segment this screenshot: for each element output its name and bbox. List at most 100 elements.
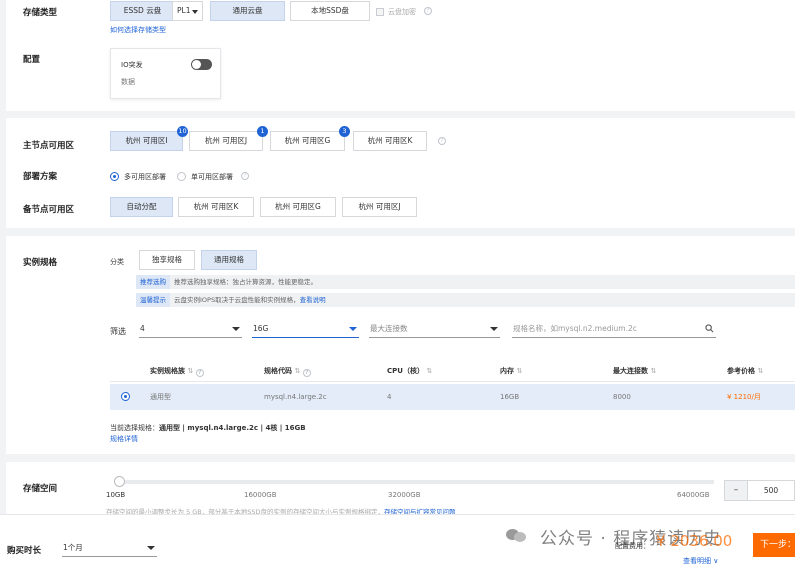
chevron-down-icon [349, 327, 357, 331]
backup-zone-auto[interactable]: 自动分配 [110, 197, 173, 217]
filter-label: 筛选 [110, 327, 126, 336]
search-placeholder: 规格名称，如mysql.n2.medium.2c [513, 324, 637, 333]
primary-zone-i[interactable]: 杭州 可用区I 10 [110, 126, 188, 151]
row-select-radio[interactable] [121, 392, 130, 401]
select-value: 1个月 [63, 543, 83, 552]
deploy-single-label: 单可用区部署 [191, 173, 233, 181]
table-row[interactable]: 通用型 mysql.n4.large.2c 4 16GB 8000 ¥ 1210… [110, 384, 795, 410]
column-header[interactable]: 参考价格 ⇅ [727, 360, 763, 382]
zone-badge: 10 [177, 126, 188, 137]
tip-tag: 温馨提示 [136, 293, 170, 307]
current-spec: 当前选择规格：通用型 | mysql.n4.large.2c | 4核 | 16… [110, 423, 306, 433]
conn-filter-select[interactable]: 最大连接数 [369, 320, 500, 338]
io-burst-toggle[interactable] [191, 59, 212, 70]
column-header[interactable]: 规格代码 ⇅ ? [264, 360, 311, 382]
chevron-down-icon [147, 546, 155, 550]
zone-panel: 主节点可用区 杭州 可用区I 10 杭州 可用区J 1 杭州 可用区G 3 杭州 可用… [6, 118, 795, 228]
memory-filter-select[interactable]: 16G [252, 320, 359, 338]
cell-memory: 16GB [500, 393, 520, 401]
column-header[interactable]: 最大连接数 ⇅ [613, 360, 656, 382]
column-title: CPU（核） [387, 367, 424, 375]
primary-zone-label: 主节点可用区 [23, 141, 75, 151]
duration-select[interactable]: 1个月 [62, 539, 157, 557]
select-value: 16G [253, 324, 269, 333]
zone-label: 杭州 可用区G [284, 136, 331, 145]
deploy-multi-radio[interactable] [110, 172, 119, 181]
storage-help-link[interactable]: 如何选择存储类型 [110, 25, 166, 35]
io-burst-label: IO突发 [121, 61, 143, 69]
instance-label: 实例规格 [23, 258, 58, 268]
category-dedicated[interactable]: 独享规格 [139, 250, 195, 270]
storage-option-general[interactable]: 通用云盘 [210, 1, 285, 21]
column-header[interactable]: CPU（核） ⇅ [387, 360, 432, 382]
spec-search-input[interactable]: 规格名称，如mysql.n2.medium.2c [512, 320, 716, 338]
storage-slider-track[interactable] [116, 480, 714, 484]
toggle-knob [192, 60, 201, 69]
deploy-single-radio[interactable] [177, 172, 186, 181]
column-title: 最大连接数 [613, 367, 648, 375]
sort-icon: ⇅ [426, 367, 433, 375]
storage-space-label: 存储空间 [23, 484, 58, 494]
zone-badge: 3 [339, 126, 350, 137]
instance-panel: 实例规格 分类 独享规格 通用规格 推荐选购 推荐选购独享规格：独占计算资源，性能… [6, 236, 795, 454]
storage-panel: 存储类型 ESSD 云盘 PL1 通用云盘 本地SSD盘 云盘加密 ? 如何选择… [6, 0, 795, 111]
cell-family: 通用型 [150, 393, 171, 401]
tip-text: 云盘实例IOPS取决于云盘性能和实例规格， [174, 296, 300, 304]
primary-zone-j[interactable]: 杭州 可用区J 1 [189, 126, 268, 151]
pl-select[interactable]: PL1 [172, 1, 203, 21]
slider-tick: 64000GB [677, 491, 710, 499]
chevron-down-icon [192, 10, 198, 14]
cell-cpu: 4 [387, 393, 392, 401]
tip-tag: 推荐选购 [136, 275, 170, 289]
wechat-logo-icon [506, 527, 528, 543]
select-value: 4 [140, 324, 145, 333]
io-sub-label: 数据 [121, 78, 135, 86]
column-header[interactable]: 实例规格族 ⇅ ? [150, 360, 204, 382]
chevron-down-icon [490, 327, 498, 331]
help-icon[interactable]: ? [424, 7, 432, 15]
column-header[interactable]: 内存 ⇅ [500, 360, 522, 382]
decrease-button[interactable]: – [724, 480, 748, 501]
cell-code: mysql.n4.large.2c [264, 393, 327, 401]
help-icon[interactable]: ? [438, 137, 446, 145]
pl-select-value: PL1 [177, 6, 191, 15]
storage-option-local-ssd[interactable]: 本地SSD盘 [290, 1, 370, 21]
next-button[interactable]: 下一步： [753, 533, 795, 557]
warm-tip: 温馨提示 云盘实例IOPS取决于云盘性能和实例规格，查看说明 [136, 293, 795, 307]
fee-detail-link[interactable]: 查看明细 ∨ [683, 556, 718, 566]
encrypt-label: 云盘加密 [388, 8, 416, 16]
cpu-filter-select[interactable]: 4 [139, 320, 242, 338]
primary-zone-k[interactable]: 杭州 可用区K [353, 131, 427, 151]
storage-space-panel: 存储空间 10GB 16000GB 32000GB 64000GB – 500 … [6, 462, 795, 522]
tip-text: 推荐选购独享规格：独占计算资源，性能更稳定。 [174, 278, 317, 286]
storage-option-essd[interactable]: ESSD 云盘 [110, 1, 175, 21]
sort-icon: ⇅ [650, 367, 657, 375]
slider-tick: 16000GB [244, 491, 277, 499]
sort-icon: ⇅ [757, 367, 764, 375]
storage-size-input[interactable]: 500 [748, 480, 795, 501]
encrypt-checkbox[interactable] [376, 8, 384, 16]
help-icon: ? [195, 369, 204, 377]
fee-label: 配置费用： [615, 542, 650, 550]
primary-zone-g[interactable]: 杭州 可用区G 3 [270, 126, 350, 151]
spec-detail-link[interactable]: 规格详情 [110, 434, 138, 444]
search-icon[interactable] [705, 324, 714, 333]
tip-link[interactable]: 查看说明 [300, 296, 326, 304]
backup-zone-k[interactable]: 杭州 可用区K [178, 197, 254, 217]
deploy-label: 部署方案 [23, 172, 58, 182]
storage-slider-handle[interactable] [114, 476, 125, 487]
help-icon[interactable]: ? [241, 172, 249, 180]
column-title: 实例规格族 [150, 367, 185, 375]
zone-label: 杭州 可用区J [204, 136, 248, 145]
category-general[interactable]: 通用规格 [201, 250, 257, 270]
backup-zone-label: 备节点可用区 [23, 205, 75, 215]
sort-icon: ⇅ [294, 367, 301, 375]
io-burst-card: IO突发 数据 [110, 48, 221, 99]
backup-zone-j[interactable]: 杭州 可用区J [342, 197, 417, 217]
column-title: 内存 [500, 367, 514, 375]
slider-tick: 32000GB [388, 491, 421, 499]
backup-zone-g[interactable]: 杭州 可用区G [260, 197, 336, 217]
sort-icon: ⇅ [187, 367, 194, 375]
column-title: 参考价格 [727, 367, 755, 375]
column-title: 规格代码 [264, 367, 292, 375]
